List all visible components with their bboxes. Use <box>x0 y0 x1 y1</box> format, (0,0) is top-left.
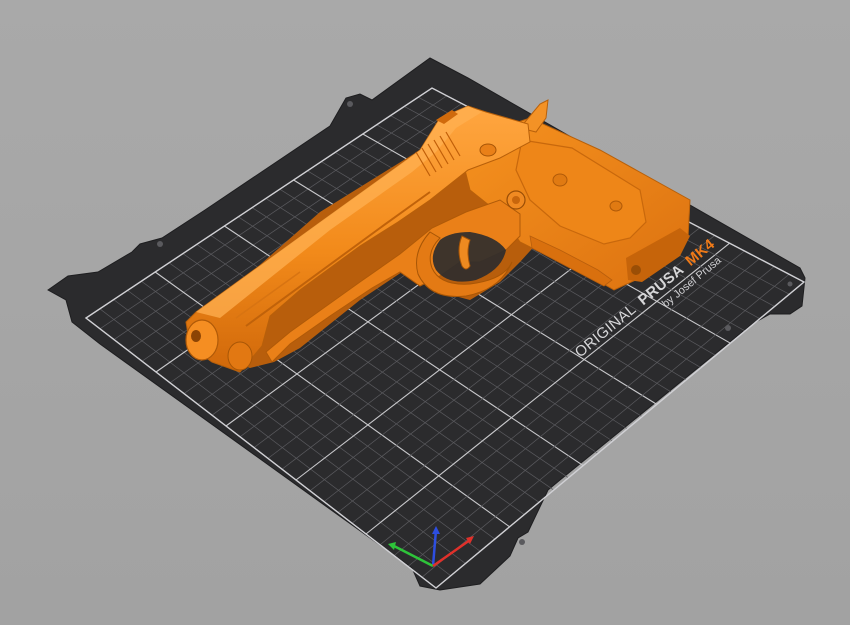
muzzle-face <box>185 319 219 361</box>
bed-hole <box>347 101 353 107</box>
bed-hole <box>157 241 163 247</box>
bed-hole <box>787 281 793 287</box>
viewport-scene[interactable]: ORIGINAL PRUSA MK4 by Josef Prusa <box>0 0 850 625</box>
grip-screw <box>552 173 568 187</box>
muzzle-bore <box>191 330 201 342</box>
recoil-guide <box>227 341 253 371</box>
takedown-lever-center <box>512 196 520 204</box>
bed-hole <box>725 325 731 331</box>
lanyard-ring <box>631 265 641 275</box>
safety-lever <box>479 143 497 157</box>
3d-viewport[interactable]: ORIGINAL PRUSA MK4 by Josef Prusa <box>0 0 850 625</box>
grip-screw <box>609 200 623 212</box>
bed-hole <box>519 539 525 545</box>
